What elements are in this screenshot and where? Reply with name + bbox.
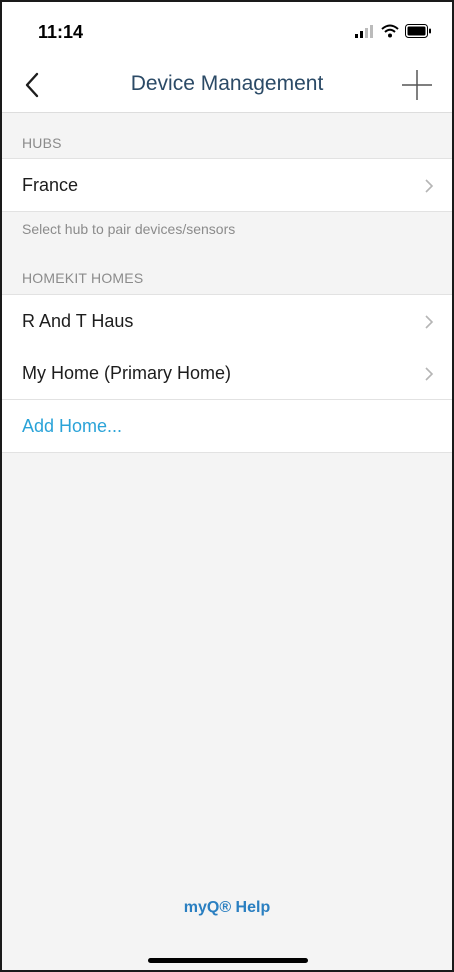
home-row-label: R And T Haus xyxy=(22,311,134,331)
hubs-hint-text: Select hub to pair devices/sensors xyxy=(22,221,236,237)
navigation-bar: Device Management xyxy=(2,58,452,113)
phone-frame: 11:14 Device Management HUBS France Sele… xyxy=(0,0,454,972)
status-time: 11:14 xyxy=(38,22,84,42)
chevron-right-icon xyxy=(425,367,434,381)
hub-row-label: France xyxy=(22,175,79,195)
status-icons xyxy=(355,22,432,40)
section-header-label: HUBS xyxy=(22,135,62,151)
section-header-label: HOMEKIT HOMES xyxy=(22,270,144,286)
add-home-label: Add Home... xyxy=(22,416,123,436)
chevron-right-icon xyxy=(425,315,434,329)
home-row-r-and-t-haus[interactable]: R And T Haus xyxy=(2,294,452,348)
plus-icon[interactable] xyxy=(400,68,434,102)
status-bar: 11:14 xyxy=(2,2,452,58)
hub-row-france[interactable]: France xyxy=(2,158,452,212)
section-header-hubs: HUBS xyxy=(2,113,452,159)
home-row-my-home[interactable]: My Home (Primary Home) xyxy=(2,347,452,400)
add-home-button[interactable]: Add Home... xyxy=(2,400,452,453)
wifi-icon xyxy=(381,24,399,38)
help-link[interactable]: myQ® Help xyxy=(2,899,452,917)
page-title: Device Management xyxy=(130,72,324,95)
chevron-right-icon xyxy=(425,179,434,193)
cellular-signal-icon xyxy=(355,25,373,38)
home-indicator[interactable] xyxy=(148,958,308,963)
battery-icon xyxy=(405,24,431,38)
home-row-label: My Home (Primary Home) xyxy=(22,363,232,383)
section-header-homekit: HOMEKIT HOMES xyxy=(2,248,452,294)
